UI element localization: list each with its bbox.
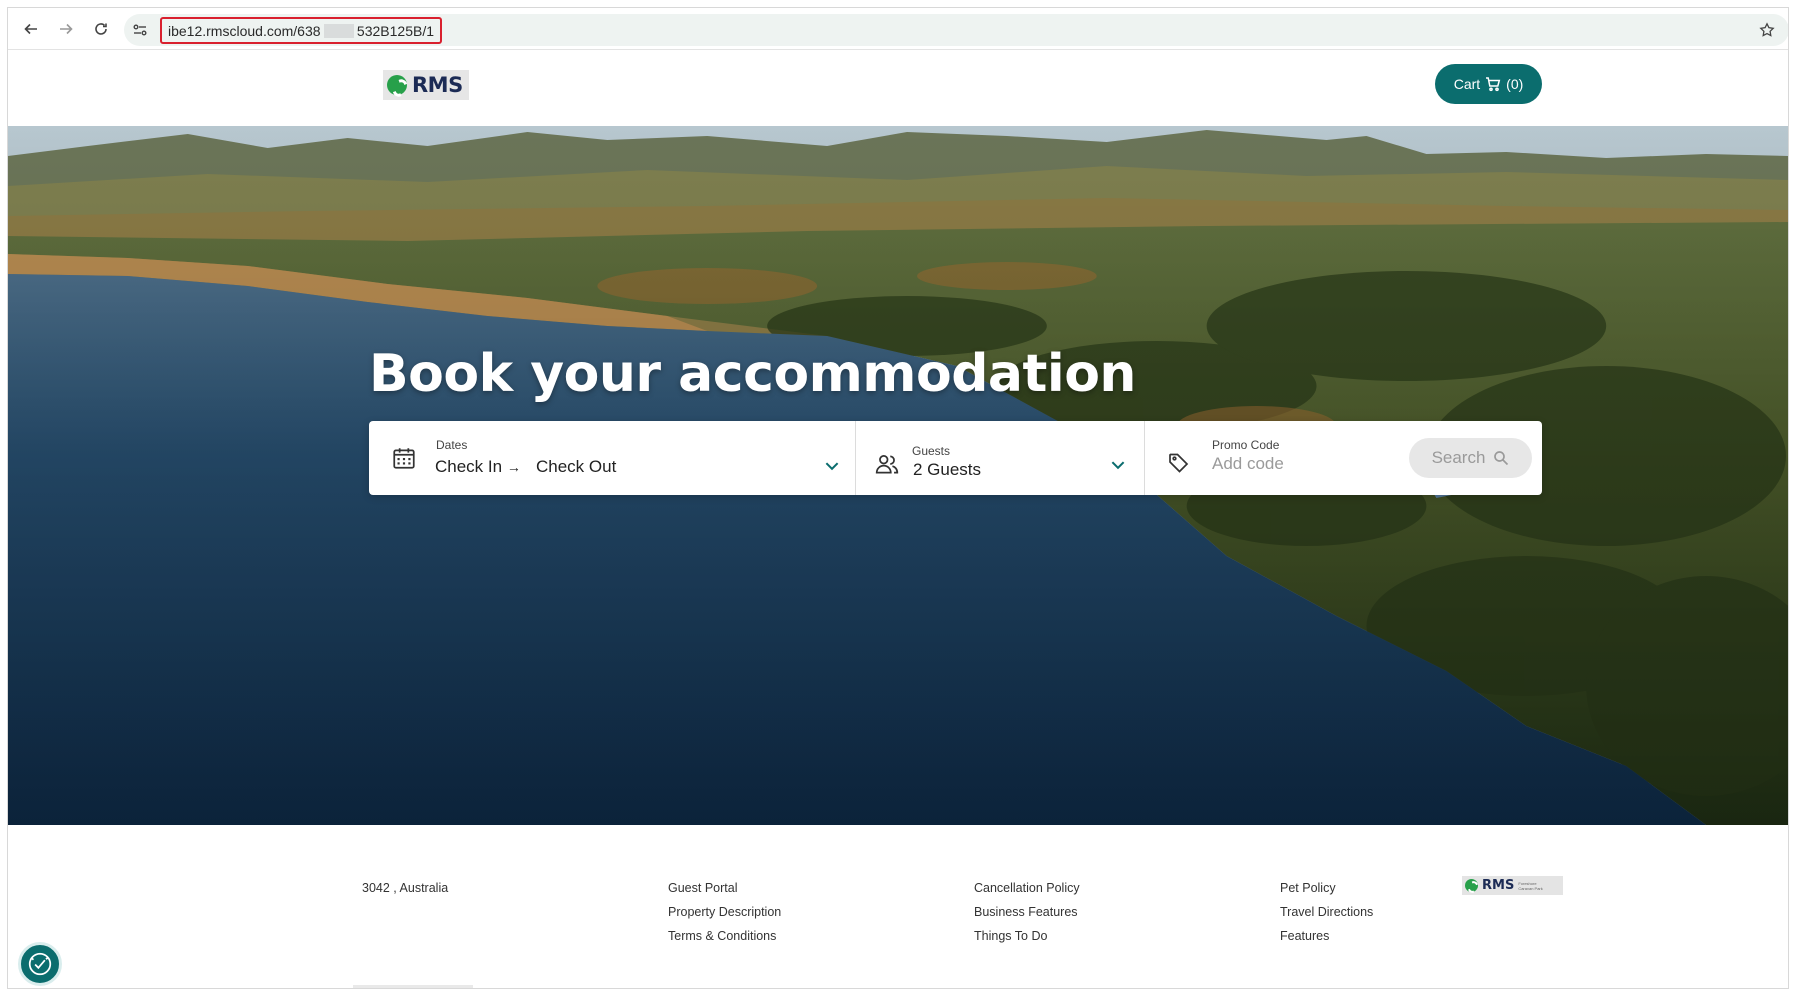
- promo-code-input[interactable]: [1212, 452, 1392, 476]
- hero-banner: Book your accommodation Dates Check In →…: [8, 126, 1788, 825]
- dates-label: Dates: [436, 438, 468, 452]
- browser-toolbar: ibe12.rmscloud.com/638 532B125B/1: [8, 8, 1788, 50]
- check-in-field[interactable]: Check In →: [435, 457, 521, 477]
- star-icon[interactable]: [1759, 22, 1775, 38]
- reload-icon[interactable]: [88, 16, 114, 42]
- cart-icon: [1486, 77, 1501, 92]
- footer-address-column: 3042 , Australia: [362, 876, 448, 900]
- browser-window: ibe12.rmscloud.com/638 532B125B/1 RMS Ca…: [7, 7, 1789, 989]
- footer-link-travel-directions[interactable]: Travel Directions: [1280, 900, 1373, 924]
- footer-cutoff-text: [353, 985, 473, 988]
- back-arrow-icon[interactable]: [18, 16, 44, 42]
- url-text[interactable]: ibe12.rmscloud.com/638 532B125B/1: [160, 17, 442, 44]
- check-in-label: Check In: [435, 457, 503, 476]
- footer-link-pet-policy[interactable]: Pet Policy: [1280, 876, 1373, 900]
- dates-selector[interactable]: Dates Check In → Check Out: [369, 421, 855, 495]
- accessibility-icon: [28, 952, 52, 976]
- url-redacted-segment: [323, 23, 354, 38]
- promo-code-label: Promo Code: [1212, 438, 1280, 452]
- logo-text: RMS: [412, 73, 463, 97]
- footer-address: 3042 , Australia: [362, 881, 449, 895]
- tag-icon: [1169, 453, 1189, 473]
- footer-link-property-description[interactable]: Property Description: [668, 900, 781, 924]
- chevron-down-icon[interactable]: [823, 457, 841, 475]
- guests-icon: [875, 455, 899, 474]
- footer-link-cancellation-policy[interactable]: Cancellation Policy: [974, 876, 1080, 900]
- search-button[interactable]: Search: [1409, 438, 1532, 478]
- footer-link-business-features[interactable]: Business Features: [974, 900, 1080, 924]
- footer-links-column-1: Guest Portal Property Description Terms …: [668, 876, 781, 948]
- footer-rms-logo: RMS Foreshore Caravan Park: [1462, 876, 1563, 895]
- footer-links-column-2: Cancellation Policy Business Features Th…: [974, 876, 1080, 948]
- footer-link-terms-conditions[interactable]: Terms & Conditions: [668, 924, 781, 948]
- chevron-down-icon[interactable]: [1109, 456, 1127, 474]
- accessibility-button[interactable]: [18, 942, 62, 986]
- site-footer: 3042 , Australia Guest Portal Property D…: [8, 825, 1788, 988]
- arrow-right-icon: →: [506, 459, 521, 475]
- guests-label: Guests: [912, 444, 951, 458]
- footer-logo-subtext: Foreshore Caravan Park: [1518, 880, 1543, 891]
- hero-title: Book your accommodation: [369, 344, 1136, 404]
- guests-value: 2 Guests: [913, 460, 982, 479]
- search-button-label: Search: [1431, 448, 1486, 467]
- site-info-icon[interactable]: [132, 22, 148, 38]
- rms-logo-mark-icon: [1465, 879, 1478, 892]
- rms-logo[interactable]: RMS: [383, 70, 469, 100]
- cart-button[interactable]: Cart (0): [1435, 64, 1542, 104]
- footer-link-guest-portal[interactable]: Guest Portal: [668, 876, 781, 900]
- check-out-field[interactable]: Check Out: [536, 457, 616, 477]
- cart-label: Cart: [1453, 76, 1481, 92]
- footer-link-things-to-do[interactable]: Things To Do: [974, 924, 1080, 948]
- rms-logo-mark-icon: [387, 75, 407, 95]
- url-prefix: ibe12.rmscloud.com/638: [168, 22, 321, 39]
- footer-links-column-3: Pet Policy Travel Directions Features: [1280, 876, 1373, 948]
- footer-link-features[interactable]: Features: [1280, 924, 1373, 948]
- address-bar[interactable]: ibe12.rmscloud.com/638 532B125B/1: [124, 14, 1788, 46]
- site-header: RMS Cart (0): [8, 50, 1788, 126]
- forward-arrow-icon[interactable]: [53, 16, 79, 42]
- url-suffix: 532B125B/1: [356, 22, 434, 39]
- booking-search-bar: Dates Check In → Check Out Guests 2 Gues…: [369, 421, 1542, 495]
- footer-logo-text: RMS: [1482, 878, 1515, 893]
- guests-selector[interactable]: Guests 2 Guests: [855, 421, 1144, 495]
- calendar-icon: [393, 448, 415, 469]
- search-icon: [1494, 451, 1509, 466]
- cart-count: (0): [1506, 76, 1524, 92]
